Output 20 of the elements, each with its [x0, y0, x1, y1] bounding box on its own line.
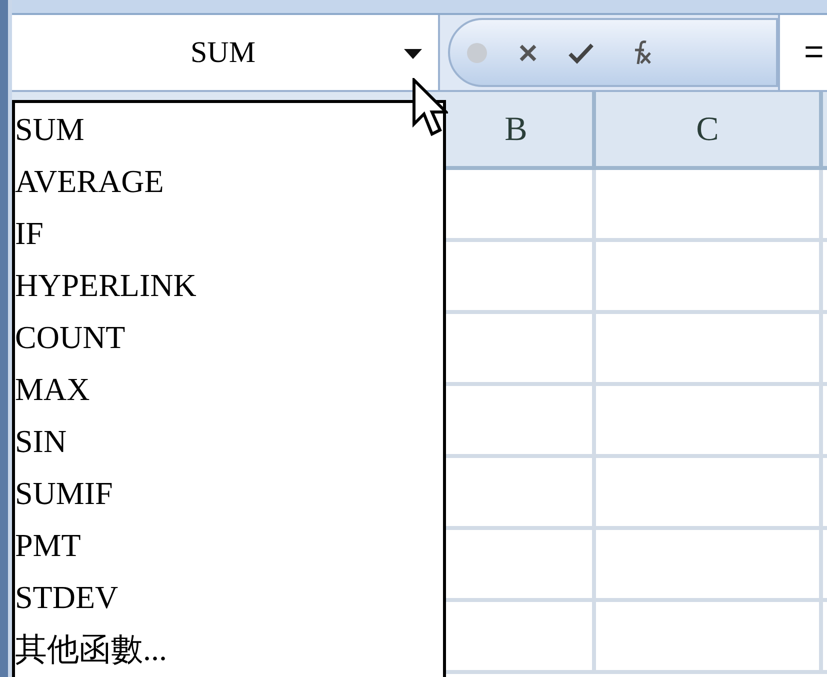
function-list-item[interactable]: STDEV — [15, 571, 118, 623]
formula-text: = — [804, 32, 824, 73]
function-list-item[interactable]: HYPERLINK — [15, 259, 196, 311]
function-list-item[interactable]: MAX — [15, 363, 90, 415]
function-list-item[interactable]: AVERAGE — [15, 155, 164, 207]
column-header[interactable]: C — [596, 92, 823, 166]
function-list-item[interactable]: SIN — [15, 415, 67, 467]
name-box[interactable]: SUM — [12, 15, 440, 90]
function-list-item[interactable]: 其他函數... — [15, 623, 167, 675]
function-list-item[interactable]: PMT — [15, 519, 81, 571]
function-list-item[interactable]: SUMIF — [15, 467, 113, 519]
function-list-item[interactable]: COUNT — [15, 311, 126, 363]
function-list-item[interactable]: IF — [15, 207, 44, 259]
formula-field[interactable]: = — [778, 15, 827, 90]
name-box-value: SUM — [189, 35, 257, 71]
dropdown-arrow-icon[interactable] — [404, 46, 422, 58]
function-list-item[interactable]: SUM — [15, 103, 84, 155]
enter-icon[interactable] — [568, 42, 594, 64]
circle-icon — [466, 42, 488, 64]
cancel-icon[interactable] — [518, 42, 538, 62]
